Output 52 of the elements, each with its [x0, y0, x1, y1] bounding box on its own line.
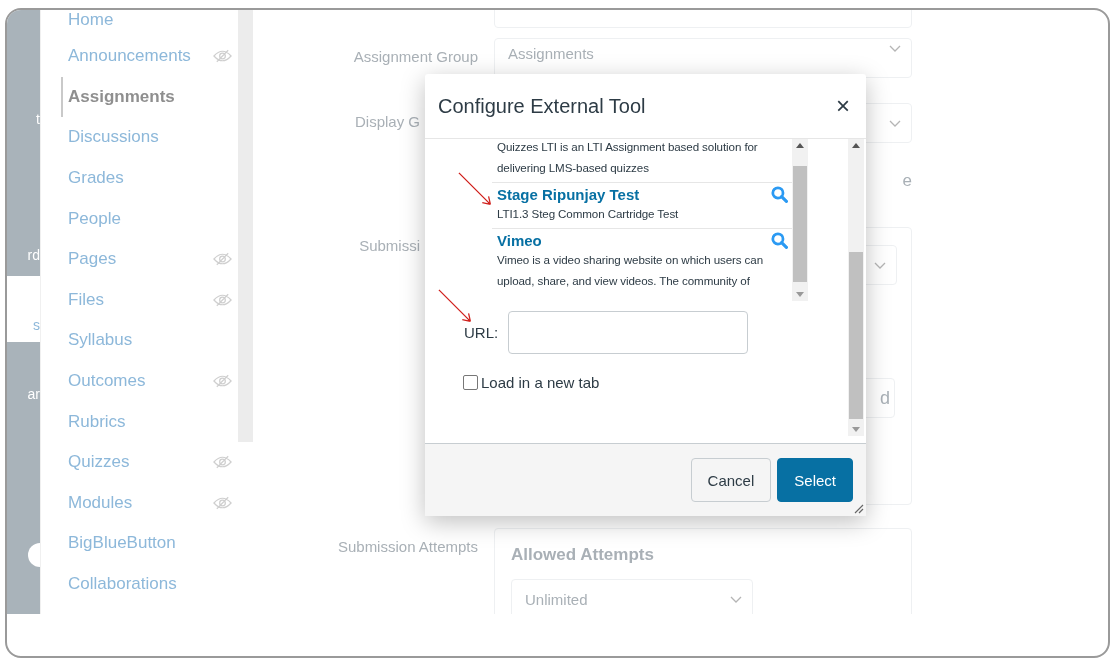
- field-label: Assignment Group: [352, 47, 478, 65]
- chevron-down-icon: [889, 119, 901, 127]
- course-nav-link[interactable]: Pages: [68, 249, 117, 270]
- global-nav-label[interactable]: rd: [27, 246, 40, 264]
- annotation-arrow: [438, 289, 474, 325]
- option-text: e: [902, 171, 912, 190]
- scrollbar[interactable]: [792, 139, 808, 301]
- close-button[interactable]: ×: [834, 94, 852, 118]
- course-nav-link[interactable]: Outcomes: [68, 371, 146, 392]
- tool-name-link[interactable]: Stage Ripunjay Test: [497, 186, 640, 203]
- chevron-down-icon: [874, 261, 886, 269]
- course-nav-link[interactable]: Collaborations: [68, 574, 177, 594]
- checkbox-label[interactable]: Load in a new tab: [481, 374, 600, 391]
- course-nav-link[interactable]: Syllabus: [68, 330, 133, 351]
- course-nav-link[interactable]: People: [68, 208, 121, 229]
- field-label: Submission Attempts: [336, 537, 478, 555]
- course-nav-link[interactable]: Announcements: [68, 46, 191, 67]
- chevron-down-icon: [889, 45, 901, 52]
- course-nav-link[interactable]: Assignments: [61, 76, 175, 117]
- course-nav-link[interactable]: Grades: [68, 168, 124, 189]
- tool-name-link[interactable]: Vimeo: [497, 232, 542, 249]
- course-nav-link[interactable]: Modules: [68, 492, 133, 513]
- tool-description: LTI1.3 Steg Common Cartridge Test: [497, 206, 680, 222]
- resize-grip-icon[interactable]: [852, 502, 864, 514]
- checkbox[interactable]: [463, 375, 478, 390]
- cancel-button[interactable]: Cancel: [690, 458, 772, 502]
- global-nav-label[interactable]: ar: [27, 385, 40, 403]
- course-nav-link[interactable]: Files: [68, 289, 104, 310]
- field-label: URL:: [464, 324, 499, 341]
- field-label: Submissi: [358, 236, 421, 254]
- tool-description: delivering LMS-based quizzes: [497, 160, 650, 176]
- course-nav-link[interactable]: Home: [68, 10, 114, 30]
- course-nav-link[interactable]: Rubrics: [68, 411, 126, 432]
- global-nav-label[interactable]: t: [36, 110, 40, 128]
- tool-description: Vimeo is a video sharing website on which users can: [497, 252, 764, 268]
- search-icon[interactable]: [771, 186, 788, 203]
- scrollbar[interactable]: [238, 10, 253, 442]
- chevron-down-icon: [730, 595, 742, 603]
- annotation-arrow: [458, 172, 494, 208]
- course-nav-link[interactable]: BigBlueButton: [68, 533, 176, 554]
- tool-description: upload, share, and view videos. The community of: [497, 273, 751, 289]
- scrollbar[interactable]: [848, 139, 864, 436]
- dialog-title: Configure External Tool: [438, 94, 646, 118]
- global-nav-label[interactable]: s: [33, 316, 40, 334]
- course-nav-link[interactable]: Discussions: [68, 127, 159, 148]
- search-icon[interactable]: [771, 232, 788, 249]
- tool-description: Quizzes LTI is an LTI Assignment based solution for: [497, 139, 759, 155]
- url-field[interactable]: [508, 311, 749, 354]
- course-nav-link[interactable]: Quizzes: [68, 452, 130, 473]
- select-button[interactable]: Select: [777, 458, 853, 502]
- select-field[interactable]: Unlimited: [511, 579, 753, 614]
- section-heading: Allowed Attempts: [511, 545, 655, 565]
